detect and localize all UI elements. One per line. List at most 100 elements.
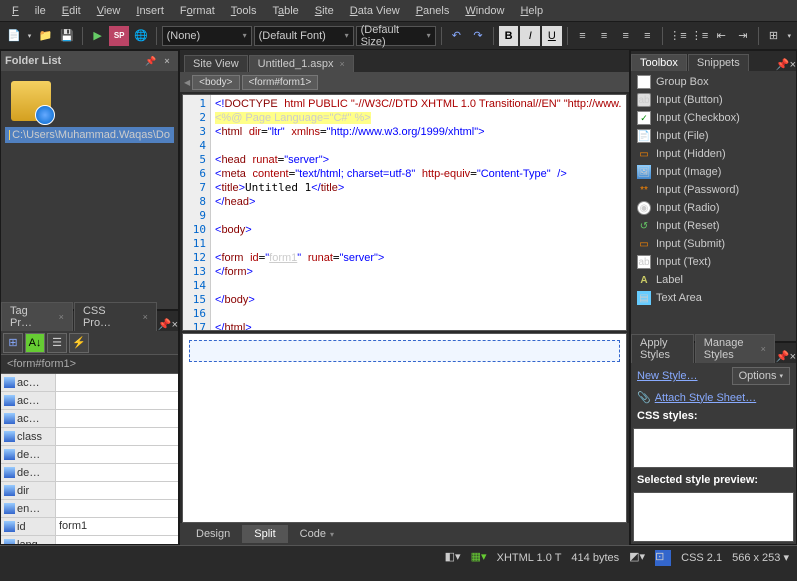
tab-tag-properties[interactable]: Tag Pr…× xyxy=(1,302,73,331)
crumb-body[interactable]: <body> xyxy=(192,75,239,90)
toolbox-item[interactable]: abInput (Button) xyxy=(631,91,796,109)
folder-path[interactable]: C:\Users\Muhammad.Waqas\Do xyxy=(5,127,174,143)
dropdown-icon[interactable]: ▾ xyxy=(785,26,793,46)
new-button[interactable]: 📄 xyxy=(4,26,24,46)
menu-table[interactable]: Table xyxy=(264,2,306,20)
toolbox-item[interactable]: ▤Text Area xyxy=(631,289,796,307)
toolbox-item[interactable]: ▭Input (Hidden) xyxy=(631,145,796,163)
property-row[interactable]: de… xyxy=(1,446,178,464)
status-css[interactable]: CSS 2.1 xyxy=(681,552,722,564)
menu-dataview[interactable]: Data View xyxy=(342,2,408,20)
property-row[interactable]: ac… xyxy=(1,392,178,410)
sort-categorized-icon[interactable]: ⊞ xyxy=(3,333,23,353)
indent-button[interactable]: ⇥ xyxy=(733,26,753,46)
align-right-button[interactable]: ≡ xyxy=(616,26,636,46)
undo-button[interactable]: ↶ xyxy=(447,26,467,46)
style-combo[interactable]: (None)▾ xyxy=(162,26,252,46)
publish-button[interactable]: 🌐 xyxy=(131,26,151,46)
tab-manage-styles[interactable]: Manage Styles× xyxy=(695,334,775,363)
dropdown-icon[interactable]: ▾ xyxy=(26,26,34,46)
pin-icon[interactable]: 📌 xyxy=(158,318,172,331)
numbers-button[interactable]: ⋮≡ xyxy=(690,26,710,46)
toolbox-item[interactable]: ↺Input (Reset) xyxy=(631,217,796,235)
align-left-button[interactable]: ≡ xyxy=(573,26,593,46)
toolbox-item[interactable]: ▭Input (Submit) xyxy=(631,235,796,253)
close-icon[interactable]: × xyxy=(143,312,148,322)
menu-view[interactable]: View xyxy=(89,2,129,20)
close-icon[interactable]: × xyxy=(160,54,174,68)
events-icon[interactable]: ⚡ xyxy=(69,333,89,353)
save-button[interactable]: 💾 xyxy=(57,26,77,46)
menu-help[interactable]: Help xyxy=(512,2,551,20)
design-surface[interactable] xyxy=(182,333,627,523)
status-icon[interactable]: ▦▾ xyxy=(471,550,487,566)
sort-alpha-icon[interactable]: A↓ xyxy=(25,333,45,353)
code-content[interactable]: <!DOCTYPE html PUBLIC "-//W3C//DTD XHTML… xyxy=(211,95,626,330)
property-row[interactable]: dir xyxy=(1,482,178,500)
css-styles-list[interactable] xyxy=(633,428,794,468)
underline-button[interactable]: U xyxy=(542,26,562,46)
css-schema-icon[interactable]: ⊡ xyxy=(655,550,671,566)
pin-icon[interactable]: 📌 xyxy=(776,350,790,363)
chevron-left-icon[interactable]: ◀ xyxy=(184,78,190,87)
site-folder-icon[interactable] xyxy=(11,81,51,121)
property-row[interactable]: en… xyxy=(1,500,178,518)
attach-stylesheet-link[interactable]: Attach Style Sheet… xyxy=(655,392,757,404)
crumb-form[interactable]: <form#form1> xyxy=(242,75,319,90)
menu-format[interactable]: Format xyxy=(172,2,223,20)
form-selection[interactable] xyxy=(189,340,620,362)
tab-snippets[interactable]: Snippets xyxy=(688,54,749,71)
menu-insert[interactable]: Insert xyxy=(128,2,172,20)
property-row[interactable]: de… xyxy=(1,464,178,482)
menu-site[interactable]: Site xyxy=(307,2,342,20)
preview-button[interactable]: ▶ xyxy=(88,26,108,46)
toolbox-item[interactable]: **Input (Password) xyxy=(631,181,796,199)
property-row[interactable]: class xyxy=(1,428,178,446)
property-row[interactable]: ac… xyxy=(1,410,178,428)
tab-apply-styles[interactable]: Apply Styles xyxy=(631,334,694,363)
close-icon[interactable]: × xyxy=(59,312,64,322)
code-editor[interactable]: 123456789101112131415161718 <!DOCTYPE ht… xyxy=(182,94,627,331)
menu-file[interactable]: File xyxy=(4,2,54,20)
tab-toolbox[interactable]: Toolbox xyxy=(631,54,687,71)
menu-panels[interactable]: Panels xyxy=(408,2,458,20)
new-style-link[interactable]: New Style… xyxy=(637,370,698,382)
toolbox-item[interactable]: Input (Checkbox) xyxy=(631,109,796,127)
toolbox-item[interactable]: ◉Input (Radio) xyxy=(631,199,796,217)
toolbox-item[interactable]: 🖼Input (Image) xyxy=(631,163,796,181)
property-row[interactable]: idform1 xyxy=(1,518,178,536)
view-design[interactable]: Design xyxy=(184,525,242,543)
align-center-button[interactable]: ≡ xyxy=(594,26,614,46)
toolbox-item[interactable]: abInput (Text) xyxy=(631,253,796,271)
schema-icon[interactable]: ◩▾ xyxy=(629,550,645,566)
toolbox-item[interactable]: 📄Input (File) xyxy=(631,127,796,145)
size-combo[interactable]: (Default Size)▾ xyxy=(356,26,436,46)
bold-button[interactable]: B xyxy=(499,26,519,46)
close-icon[interactable]: × xyxy=(790,59,796,71)
justify-button[interactable]: ≡ xyxy=(638,26,658,46)
menu-tools[interactable]: Tools xyxy=(223,2,265,20)
pin-icon[interactable]: 📌 xyxy=(144,54,158,68)
close-icon[interactable]: × xyxy=(790,351,796,363)
borders-button[interactable]: ⊞ xyxy=(764,26,784,46)
property-row[interactable]: lang xyxy=(1,536,178,544)
chevron-down-icon[interactable]: ▾ xyxy=(330,530,334,539)
view-code[interactable]: Code▾ xyxy=(288,525,346,543)
tab-site-view[interactable]: Site View xyxy=(184,55,248,72)
close-icon[interactable]: × xyxy=(339,59,344,69)
menu-window[interactable]: Window xyxy=(457,2,512,20)
visual-aids-icon[interactable]: ◧▾ xyxy=(445,550,461,566)
view-split[interactable]: Split xyxy=(242,525,287,543)
close-icon[interactable]: × xyxy=(761,344,766,354)
redo-button[interactable]: ↷ xyxy=(468,26,488,46)
close-icon[interactable]: × xyxy=(172,319,178,331)
property-row[interactable]: ac… xyxy=(1,374,178,392)
tab-document[interactable]: Untitled_1.aspx× xyxy=(249,55,354,72)
outdent-button[interactable]: ⇤ xyxy=(711,26,731,46)
toolbox-item[interactable]: Group Box xyxy=(631,73,796,91)
italic-button[interactable]: I xyxy=(520,26,540,46)
options-button[interactable]: Options▾ xyxy=(732,367,790,385)
properties-grid[interactable]: ac…ac…ac…classde…de…diren…idform1langm…n… xyxy=(1,374,178,544)
sp-button[interactable]: SP xyxy=(109,26,129,46)
show-set-icon[interactable]: ☰ xyxy=(47,333,67,353)
